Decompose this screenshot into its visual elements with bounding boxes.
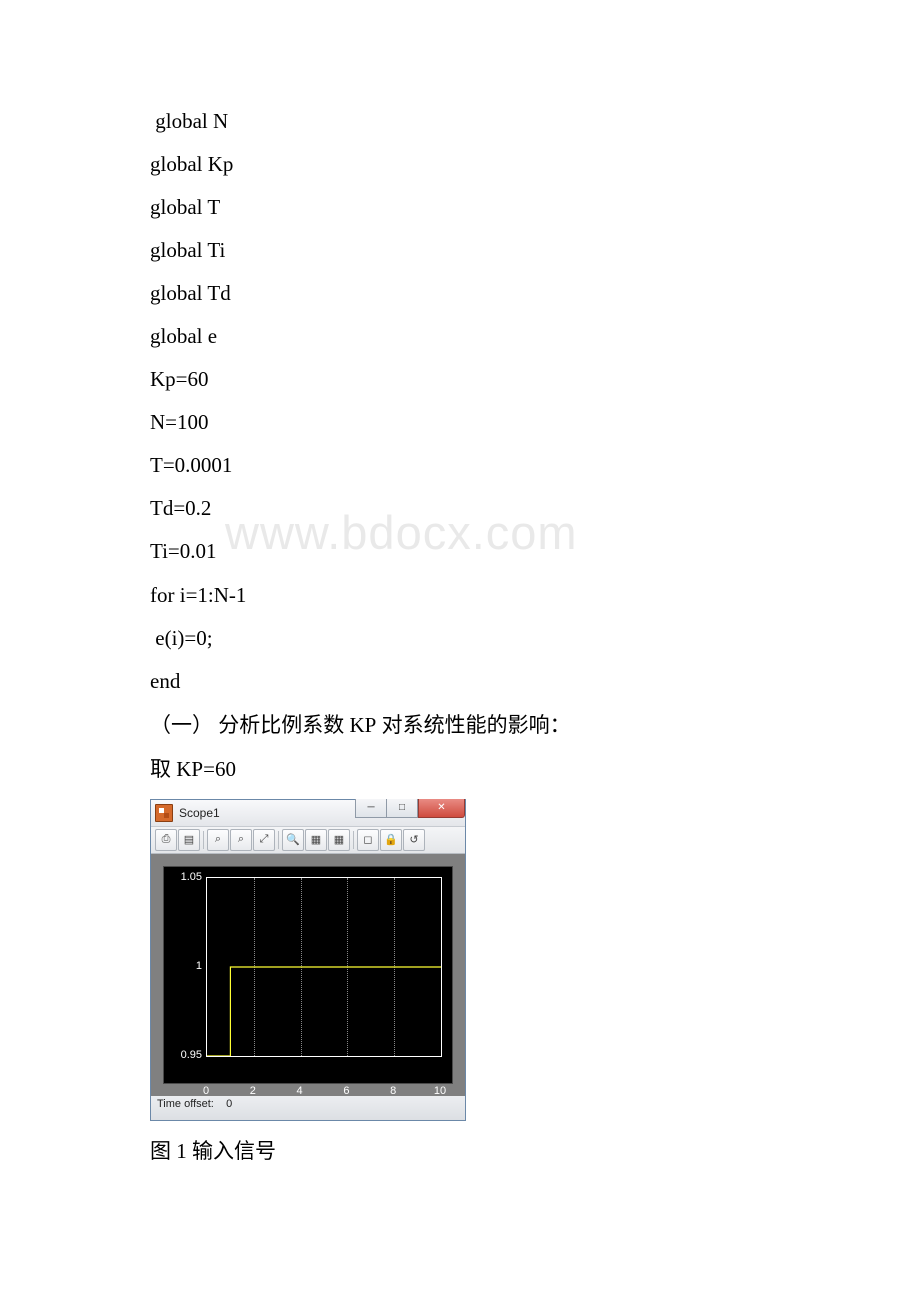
code-line: for i=1:N-1	[150, 574, 780, 617]
code-line: e(i)=0;	[150, 617, 780, 660]
chart-ytick: 1.05	[162, 871, 202, 883]
take-line: 取 KP=60	[150, 747, 780, 791]
take-value: KP=60	[176, 757, 236, 781]
code-line: global Td	[150, 272, 780, 315]
take-prefix: 取	[150, 757, 176, 781]
toolbar-separator	[203, 831, 204, 849]
chart-xtick: 8	[390, 1085, 396, 1097]
scope-title: Scope1	[179, 806, 220, 820]
code-line: Td=0.2	[150, 487, 780, 530]
scope-statusbar: Time offset: 0	[151, 1096, 465, 1120]
float-icon[interactable]: ◻	[357, 829, 379, 851]
restore-icon[interactable]: ↺	[403, 829, 425, 851]
caption-prefix: 图	[150, 1139, 176, 1163]
chart-xtick: 10	[434, 1085, 446, 1097]
scope-titlebar: Scope1 ─ □ ✕	[151, 800, 465, 827]
chart-ytick: 1	[162, 960, 202, 972]
code-line: global N	[150, 100, 780, 143]
chart-ytick: 0.95	[162, 1049, 202, 1061]
code-line: global T	[150, 186, 780, 229]
code-line: global Kp	[150, 143, 780, 186]
code-line: Kp=60	[150, 358, 780, 401]
code-block: global N global Kp global T global Ti gl…	[150, 100, 780, 703]
maximize-button[interactable]: □	[387, 799, 418, 818]
zoom-reset-icon[interactable]: ⤢	[253, 829, 275, 851]
code-line: T=0.0001	[150, 444, 780, 487]
code-line: end	[150, 660, 780, 703]
caption-text: 输入信号	[187, 1139, 276, 1163]
scope-toolbar: ⎙ ▤ ⌕ ⌕ ⤢ 🔍 ▦ ▦ ◻ 🔒 ↺	[151, 827, 465, 854]
chart-xtick: 0	[203, 1085, 209, 1097]
section-prefix: （一） 分析比例系数	[150, 713, 350, 737]
chart: 0.9511.050246810	[163, 866, 453, 1084]
section-suffix: 对系统性能的影响：	[376, 713, 570, 737]
toolbar-separator	[353, 831, 354, 849]
close-button[interactable]: ✕	[418, 799, 465, 818]
matlab-icon	[155, 804, 173, 822]
caption-number: 1	[176, 1139, 187, 1163]
zoom-out-icon[interactable]: ⌕	[230, 829, 252, 851]
section-kp: KP	[350, 713, 377, 737]
chart-xtick: 6	[343, 1085, 349, 1097]
status-label: Time offset:	[157, 1098, 214, 1110]
cursor-icon[interactable]: ▦	[328, 829, 350, 851]
section-heading: （一） 分析比例系数 KP 对系统性能的影响：	[150, 703, 780, 747]
minimize-button[interactable]: ─	[355, 799, 387, 818]
toolbar-separator	[278, 831, 279, 849]
code-line: N=100	[150, 401, 780, 444]
lock-icon[interactable]: 🔒	[380, 829, 402, 851]
print-icon[interactable]: ⎙	[155, 829, 177, 851]
figure-caption: 图 1 输入信号	[150, 1135, 780, 1165]
data-linking-icon[interactable]: ▦	[305, 829, 327, 851]
chart-xtick: 2	[250, 1085, 256, 1097]
code-line: global e	[150, 315, 780, 358]
scope-plot-area: 0.95 1 1.05 0 2 4 6 8 10	[151, 854, 465, 1096]
document-page: global N global Kp global T global Ti gl…	[0, 0, 920, 1225]
code-line: Ti=0.01	[150, 530, 780, 573]
code-line: global Ti	[150, 229, 780, 272]
status-value: 0	[226, 1098, 232, 1110]
find-icon[interactable]: 🔍	[282, 829, 304, 851]
params-icon[interactable]: ▤	[178, 829, 200, 851]
scope-window: Scope1 ─ □ ✕ ⎙ ▤ ⌕ ⌕ ⤢ 🔍 ▦ ▦ ◻ 🔒 ↺	[150, 799, 466, 1121]
chart-axes	[206, 877, 442, 1057]
window-buttons: ─ □ ✕	[355, 799, 465, 818]
zoom-in-icon[interactable]: ⌕	[207, 829, 229, 851]
chart-xtick: 4	[297, 1085, 303, 1097]
chart-series	[207, 878, 441, 1056]
